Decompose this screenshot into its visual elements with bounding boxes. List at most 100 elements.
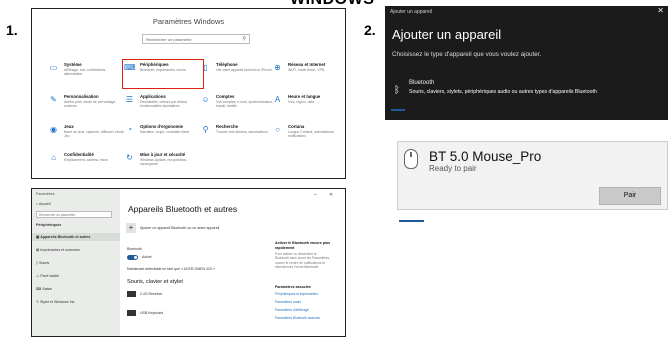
settings-window: Paramètres Windows Rechercher un paramèt… [31, 8, 346, 179]
minimize-icon[interactable]: – [314, 192, 317, 198]
sidebar-item-touchpad[interactable]: ▭ Pavé tactile [36, 274, 59, 278]
step-number-2: 2. [364, 22, 376, 38]
device-name: BT 5.0 Mouse_Pro [429, 149, 542, 164]
related-link[interactable]: Périphériques et imprimantes [275, 292, 318, 296]
bluetooth-toggle[interactable] [127, 255, 138, 260]
bluetooth-settings-window: Paramètres ⌂ Accueil Rechercher un param… [31, 188, 346, 337]
keyboard-icon: ⌨ [124, 63, 136, 72]
category-desc: Voix, région, date [288, 100, 315, 104]
related-link[interactable]: Paramètres d'affichage [275, 308, 309, 312]
add-device-dialog: Ajouter un appareil ✕ Ajouter un apparei… [385, 6, 668, 120]
dialog-title: Ajouter un appareil [392, 27, 502, 42]
device-item[interactable]: USB Keyboard [140, 311, 163, 315]
settings-category[interactable]: ◉ Jeux Barre de jeux, captures, diffusion,… [48, 123, 126, 149]
sidebar-home-label: Accueil [38, 202, 51, 206]
category-title: Téléphone [216, 62, 238, 67]
keyboard-icon [127, 310, 136, 316]
plus-icon: + [128, 223, 134, 232]
person-icon: ☺ [201, 95, 210, 104]
settings-category[interactable]: ⌨ Périphériques Bluetooth, imprimantes, so… [122, 59, 204, 89]
device-status: Ready to pair [429, 164, 477, 173]
category-title: Comptes [216, 94, 235, 99]
close-icon[interactable]: ✕ [329, 192, 333, 198]
category-title: Confidentialité [64, 152, 94, 157]
category-title: Applications [140, 94, 166, 99]
category-title: Personnalisation [64, 94, 99, 99]
tip-text: Pour activer ou désactiver le Bluetooth … [275, 252, 330, 269]
settings-category[interactable]: ↻ Mise à jour et sécurité Windows Update, … [124, 151, 202, 177]
sidebar-heading: Périphériques [36, 223, 62, 227]
sidebar-item-label: Saisie [42, 287, 52, 291]
sidebar-item-label: Stylet et Windows Ink [40, 300, 75, 304]
sidebar-item-printers[interactable]: ▤ Imprimantes et scanners [36, 248, 80, 252]
receiver-icon [127, 291, 136, 297]
scroll-indicator [391, 109, 405, 111]
pair-button[interactable]: Pair [599, 187, 661, 205]
search-icon: ⚲ [202, 125, 209, 134]
bluetooth-icon: ᛒ [394, 85, 400, 96]
settings-search-placeholder: Rechercher un paramètre [146, 37, 192, 42]
settings-category[interactable]: ✎ Personnalisation Arrière-plan, écran de … [48, 93, 126, 119]
related-link[interactable]: Paramètres audio [275, 300, 301, 304]
category-title: Options d'ergonomie [140, 124, 184, 129]
category-title: Jeux [64, 124, 74, 129]
apps-icon: ☰ [125, 95, 134, 104]
device-item[interactable]: 2.4G Receiver [140, 292, 162, 296]
related-link[interactable]: Paramètres Bluetooth avancés [275, 316, 320, 320]
category-desc: Arrière-plan, écran de verrouillage, cou… [64, 100, 117, 109]
pair-notification: BT 5.0 Mouse_Pro Ready to pair Pair [397, 141, 668, 210]
tip-heading: Activer le Bluetooth encore plus rapidem… [275, 241, 331, 250]
category-title: Recherche [216, 124, 238, 129]
settings-category[interactable]: ◔ Options d'ergonomie Narrateur, loupe, co… [124, 123, 202, 149]
page-title: Appareils Bluetooth et autres [128, 204, 238, 214]
update-icon: ↻ [126, 153, 133, 162]
settings-category[interactable]: ⚲ Recherche Trouver mes fichiers, autorisa… [200, 123, 278, 149]
sidebar-item-label: Imprimantes et scanners [40, 248, 80, 252]
phone-icon: ▯ [203, 63, 208, 72]
sidebar-item-label: Appareils Bluetooth et autres [40, 235, 91, 239]
category-title: Périphériques [140, 62, 169, 67]
accessibility-icon: ◔ [127, 125, 132, 134]
close-icon[interactable]: ✕ [657, 6, 664, 15]
laptop-icon: ▭ [49, 63, 58, 72]
related-heading: Paramètres associés [275, 285, 311, 289]
settings-category[interactable]: ☺ Comptes Vos comptes, e-mail, synchronisa… [200, 93, 278, 119]
category-title: Réseau et Internet [288, 62, 326, 67]
settings-category[interactable]: ☰ Applications Désinstaller, valeurs par d… [124, 93, 202, 119]
add-device-label[interactable]: Ajouter un appareil Bluetooth ou un autr… [140, 226, 219, 230]
sidebar-item-label: Pavé tactile [40, 274, 59, 278]
gamepad-icon: ◉ [50, 125, 57, 134]
settings-search-input[interactable]: Rechercher un paramètre ⚲ [142, 34, 250, 44]
category-desc: Désinstaller, valeurs par défaut, foncti… [140, 100, 188, 109]
sidebar-item-mouse[interactable]: ▯ Souris [36, 261, 49, 265]
sidebar-item-home[interactable]: ⌂ Accueil [36, 202, 51, 206]
search-icon: ⚲ [242, 36, 246, 42]
sidebar-item-typing[interactable]: ⌨ Saisie [36, 287, 52, 291]
discoverable-text: Maintenant détectable en tant que « ACER… [127, 267, 215, 271]
settings-sidebar: Paramètres ⌂ Accueil Rechercher un param… [32, 189, 120, 336]
bluetooth-toggle-state: Activé [142, 255, 152, 259]
settings-category[interactable]: ○ Cortana Langue Cortana, autorisations, n… [272, 123, 345, 149]
add-device-button[interactable]: + [126, 223, 136, 233]
settings-category[interactable]: ▭ Système Affichage, son, notifications, a… [48, 61, 126, 87]
settings-category[interactable]: ⊕ Réseau et Internet Wi-Fi, mode Avion, VP… [272, 61, 345, 87]
category-desc: Barre de jeux, captures, diffusion, Mode… [64, 130, 124, 139]
category-title: Système [64, 62, 82, 67]
paint-icon: ✎ [50, 95, 57, 104]
sidebar-item-bluetooth[interactable]: ▣ Appareils Bluetooth et autres [36, 235, 90, 239]
settings-category[interactable]: ▯ Téléphone Lier votre appareil Android ou… [200, 61, 278, 87]
bluetooth-label: Bluetooth [127, 247, 142, 251]
sidebar-search-input[interactable]: Rechercher un paramètre [36, 211, 112, 218]
category-desc: Lier votre appareil Android ou iPhone [216, 68, 272, 72]
settings-category[interactable]: A Heure et langue Voix, région, date [272, 93, 345, 119]
step-number-1: 1. [6, 22, 18, 38]
category-desc: Emplacement, caméra, micro [64, 158, 109, 162]
category-desc: Trouver mes fichiers, autorisations [216, 130, 268, 134]
scroll-indicator [399, 220, 424, 222]
bluetooth-option-desc: Souris, claviers, stylets, périphériques… [409, 89, 597, 95]
sidebar-item-pen[interactable]: ✎ Stylet et Windows Ink [36, 300, 74, 304]
category-desc: Windows Update, récupération, sauvegarde [140, 158, 188, 167]
category-desc: Langue Cortana, autorisations, notificat… [288, 130, 335, 139]
settings-category[interactable]: ⌂ Confidentialité Emplacement, caméra, mic… [48, 151, 126, 177]
category-title: Mise à jour et sécurité [140, 152, 186, 157]
